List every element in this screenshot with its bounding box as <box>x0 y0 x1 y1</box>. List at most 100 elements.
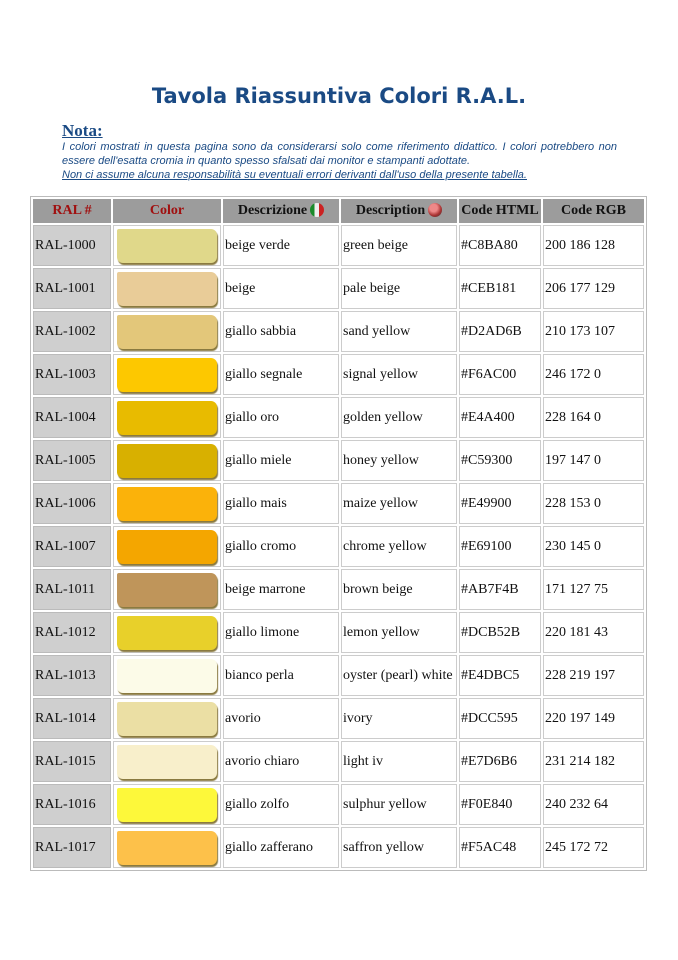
description-en: maize yellow <box>341 483 457 524</box>
disclaimer-text: Non ci assume alcuna responsabilità su e… <box>62 169 527 181</box>
ral-code: RAL-1011 <box>33 569 111 610</box>
code-rgb: 206 177 129 <box>543 268 644 309</box>
table-row: RAL-1012 giallo limone lemon yellow #DCB… <box>33 612 644 653</box>
table-row: RAL-1005 giallo miele honey yellow #C593… <box>33 440 644 481</box>
description-it: giallo mais <box>223 483 339 524</box>
description-it: giallo miele <box>223 440 339 481</box>
code-html: #C8BA80 <box>459 225 541 266</box>
color-cell <box>113 741 221 782</box>
color-cell <box>113 311 221 352</box>
header-code-rgb: Code RGB <box>543 199 644 223</box>
table-row: RAL-1001 beige pale beige #CEB181 206 17… <box>33 268 644 309</box>
table-row: RAL-1007 giallo cromo chrome yellow #E69… <box>33 526 644 567</box>
code-rgb: 230 145 0 <box>543 526 644 567</box>
description-it: giallo sabbia <box>223 311 339 352</box>
code-rgb: 220 181 43 <box>543 612 644 653</box>
description-it: beige verde <box>223 225 339 266</box>
table-row: RAL-1000 beige verde green beige #C8BA80… <box>33 225 644 266</box>
code-html: #E4DBC5 <box>459 655 541 696</box>
description-en: chrome yellow <box>341 526 457 567</box>
color-cell <box>113 784 221 825</box>
description-it: beige marrone <box>223 569 339 610</box>
color-swatch <box>117 357 217 392</box>
description-it: giallo limone <box>223 612 339 653</box>
ral-code: RAL-1015 <box>33 741 111 782</box>
color-swatch <box>117 701 217 736</box>
color-swatch <box>117 787 217 822</box>
description-en: ivory <box>341 698 457 739</box>
color-cell <box>113 483 221 524</box>
code-rgb: 220 197 149 <box>543 698 644 739</box>
color-swatch <box>117 486 217 521</box>
description-it: giallo zolfo <box>223 784 339 825</box>
table-row: RAL-1013 bianco perla oyster (pearl) whi… <box>33 655 644 696</box>
color-cell <box>113 397 221 438</box>
color-cell <box>113 268 221 309</box>
code-rgb: 171 127 75 <box>543 569 644 610</box>
description-en: brown beige <box>341 569 457 610</box>
table-row: RAL-1016 giallo zolfo sulphur yellow #F0… <box>33 784 644 825</box>
description-it: giallo oro <box>223 397 339 438</box>
color-cell <box>113 655 221 696</box>
color-swatch <box>117 830 217 865</box>
code-html: #E4A400 <box>459 397 541 438</box>
code-html: #C59300 <box>459 440 541 481</box>
header-code-html: Code HTML <box>459 199 541 223</box>
color-swatch <box>117 314 217 349</box>
ral-code: RAL-1001 <box>33 268 111 309</box>
color-cell <box>113 225 221 266</box>
color-swatch <box>117 228 217 263</box>
ral-code: RAL-1013 <box>33 655 111 696</box>
code-html: #F0E840 <box>459 784 541 825</box>
code-html: #DCB52B <box>459 612 541 653</box>
description-en: golden yellow <box>341 397 457 438</box>
description-en: sulphur yellow <box>341 784 457 825</box>
color-cell <box>113 698 221 739</box>
ral-code: RAL-1012 <box>33 612 111 653</box>
italy-flag-icon <box>310 203 325 217</box>
table-row: RAL-1017 giallo zafferano saffron yellow… <box>33 827 644 868</box>
code-html: #E49900 <box>459 483 541 524</box>
header-color: Color <box>113 199 221 223</box>
header-descrizione: Descrizione <box>223 199 339 223</box>
ral-code: RAL-1017 <box>33 827 111 868</box>
code-rgb: 197 147 0 <box>543 440 644 481</box>
description-en: honey yellow <box>341 440 457 481</box>
description-it: giallo zafferano <box>223 827 339 868</box>
description-it: avorio chiaro <box>223 741 339 782</box>
description-en: saffron yellow <box>341 827 457 868</box>
note-text: I colori mostrati in questa pagina sono … <box>62 141 617 167</box>
ral-code: RAL-1005 <box>33 440 111 481</box>
ral-code: RAL-1000 <box>33 225 111 266</box>
ral-code: RAL-1007 <box>33 526 111 567</box>
description-en: lemon yellow <box>341 612 457 653</box>
uk-flag-icon <box>428 203 443 217</box>
header-ral: RAL # <box>33 199 111 223</box>
note-label: Nota: <box>62 121 103 140</box>
color-swatch <box>117 271 217 306</box>
color-swatch <box>117 443 217 478</box>
color-swatch <box>117 615 217 650</box>
color-cell <box>113 569 221 610</box>
ral-code: RAL-1003 <box>33 354 111 395</box>
code-html: #CEB181 <box>459 268 541 309</box>
table-row: RAL-1002 giallo sabbia sand yellow #D2AD… <box>33 311 644 352</box>
color-cell <box>113 440 221 481</box>
description-en: green beige <box>341 225 457 266</box>
table-row: RAL-1014 avorio ivory #DCC595 220 197 14… <box>33 698 644 739</box>
color-cell <box>113 526 221 567</box>
color-cell <box>113 827 221 868</box>
ral-code: RAL-1014 <box>33 698 111 739</box>
color-swatch <box>117 572 217 607</box>
description-en: light iv <box>341 741 457 782</box>
color-cell <box>113 354 221 395</box>
description-en: signal yellow <box>341 354 457 395</box>
color-swatch <box>117 658 217 693</box>
code-html: #F6AC00 <box>459 354 541 395</box>
code-rgb: 210 173 107 <box>543 311 644 352</box>
description-it: giallo cromo <box>223 526 339 567</box>
ral-code: RAL-1004 <box>33 397 111 438</box>
ral-code: RAL-1002 <box>33 311 111 352</box>
code-html: #E69100 <box>459 526 541 567</box>
description-it: beige <box>223 268 339 309</box>
